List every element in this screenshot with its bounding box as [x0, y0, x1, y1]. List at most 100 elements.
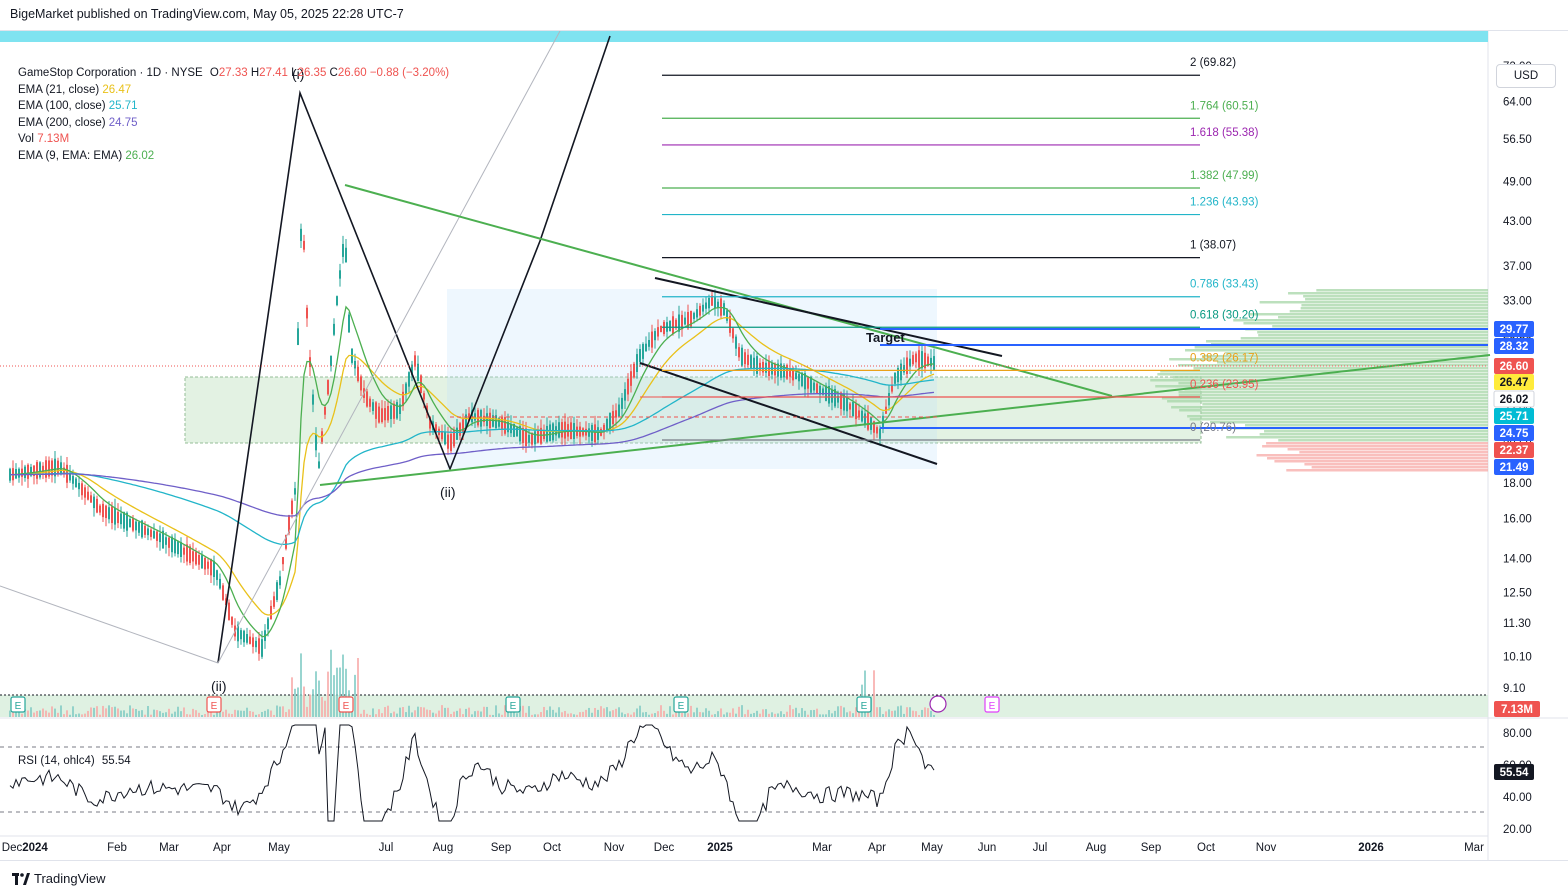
- volume-bar: [276, 705, 278, 717]
- candle-body: [159, 533, 161, 543]
- volume-bar: [273, 714, 275, 717]
- volume-bar: [492, 714, 494, 717]
- candle-body: [246, 634, 248, 643]
- volume-bar: [387, 705, 389, 717]
- volume-bar: [657, 711, 659, 717]
- candle-body: [807, 377, 809, 389]
- candle-body: [549, 424, 551, 442]
- volume-bar: [120, 710, 122, 717]
- candle-body: [393, 403, 395, 419]
- volume-bar: [453, 711, 455, 717]
- volume-bar: [690, 705, 692, 717]
- candle-body: [243, 630, 245, 643]
- candle-body: [759, 362, 761, 371]
- candle-body: [867, 412, 869, 430]
- footer: TradingView: [0, 860, 1568, 895]
- candle-body: [405, 383, 407, 395]
- tradingview-brand[interactable]: TradingView: [12, 871, 106, 886]
- volume-bar: [138, 710, 140, 717]
- volume-profile-bar: [1178, 391, 1488, 394]
- candle-body: [744, 352, 746, 365]
- legend-low: 26.35: [297, 67, 327, 79]
- volume-bar: [687, 713, 689, 717]
- candle-body: [852, 401, 854, 416]
- candle-body: [222, 585, 224, 600]
- candle-body: [357, 366, 359, 382]
- volume-bar: [630, 714, 632, 717]
- svg-text:E: E: [15, 701, 22, 712]
- volume-bar: [621, 712, 623, 717]
- price-tick-label: 11.30: [1503, 618, 1531, 630]
- candle-body: [117, 511, 119, 524]
- volume-bar: [582, 711, 584, 717]
- candle-body: [456, 427, 458, 440]
- candle-body: [546, 425, 548, 442]
- price-tag: 29.77: [1494, 321, 1534, 337]
- candle-body: [24, 466, 26, 478]
- price-tick-label: 16.00: [1503, 513, 1532, 525]
- volume-bar: [144, 714, 146, 717]
- legend-open: 27.33: [218, 67, 248, 79]
- time-tick-label: Jul: [1033, 842, 1048, 854]
- volume-bar: [171, 713, 173, 717]
- price-tick-label: 12.50: [1503, 588, 1532, 600]
- volume-bar: [303, 686, 305, 717]
- volume-bar: [180, 711, 182, 717]
- candle-body: [846, 397, 848, 412]
- volume-bar: [477, 710, 479, 717]
- volume-bar: [789, 705, 791, 717]
- volume-bar: [318, 680, 320, 717]
- candle-body: [447, 434, 449, 449]
- fib-label: 2 (69.82): [1190, 57, 1236, 69]
- earnings-marker: E: [856, 696, 872, 713]
- time-tick-label: Feb: [107, 842, 127, 854]
- svg-text:22.37: 22.37: [1500, 445, 1529, 457]
- volume-bar: [822, 714, 824, 717]
- volume-profile-bar: [1202, 403, 1488, 406]
- candle-body: [210, 558, 212, 576]
- volume-bar: [45, 710, 47, 717]
- gray-diagonal-b: [0, 585, 219, 664]
- volume-bar: [69, 714, 71, 717]
- candle-body: [111, 506, 113, 524]
- volume-bar: [912, 710, 914, 717]
- volume-bar: [288, 709, 290, 717]
- volume-bar: [576, 714, 578, 717]
- volume-bar: [201, 714, 203, 717]
- volume-profile-bar: [1256, 454, 1488, 457]
- price-tick-label: 49.00: [1503, 177, 1532, 189]
- candle-body: [726, 310, 728, 321]
- time-tick-label: Jun: [978, 842, 997, 854]
- candle-body: [651, 331, 653, 348]
- volume-profile-bar: [1225, 352, 1488, 355]
- volume-bar: [573, 714, 575, 717]
- candle-body: [864, 413, 866, 424]
- volume-bar: [27, 710, 29, 717]
- candle-body: [72, 475, 74, 484]
- candle-body: [318, 461, 320, 468]
- candle-body: [450, 433, 452, 451]
- volume-bar: [420, 707, 422, 717]
- candle-body: [387, 406, 389, 421]
- currency-button[interactable]: USD: [1496, 64, 1556, 88]
- candle-body: [756, 356, 758, 374]
- volume-bar: [381, 713, 383, 717]
- volume-bar: [195, 710, 197, 717]
- candle-body: [747, 354, 749, 365]
- volume-bar: [624, 714, 626, 717]
- volume-bar: [675, 712, 677, 717]
- candle-body: [414, 355, 416, 367]
- candle-body: [132, 518, 134, 531]
- volume-bar: [798, 713, 800, 717]
- volume-bar: [165, 712, 167, 717]
- candle-body: [894, 372, 896, 384]
- volume-bar: [699, 712, 701, 717]
- svg-text:24.75: 24.75: [1500, 428, 1529, 440]
- candle-body: [342, 243, 344, 257]
- time-tick-label: May: [921, 842, 943, 854]
- candle-body: [591, 424, 593, 441]
- chart-frame[interactable]: 2 (69.82) 1.764 (60.51) 1.618 (55.38) 1.382…: [0, 30, 1568, 861]
- volume-bar: [222, 711, 224, 717]
- volume-profile-bar: [1303, 295, 1488, 298]
- volume-bar: [771, 712, 773, 717]
